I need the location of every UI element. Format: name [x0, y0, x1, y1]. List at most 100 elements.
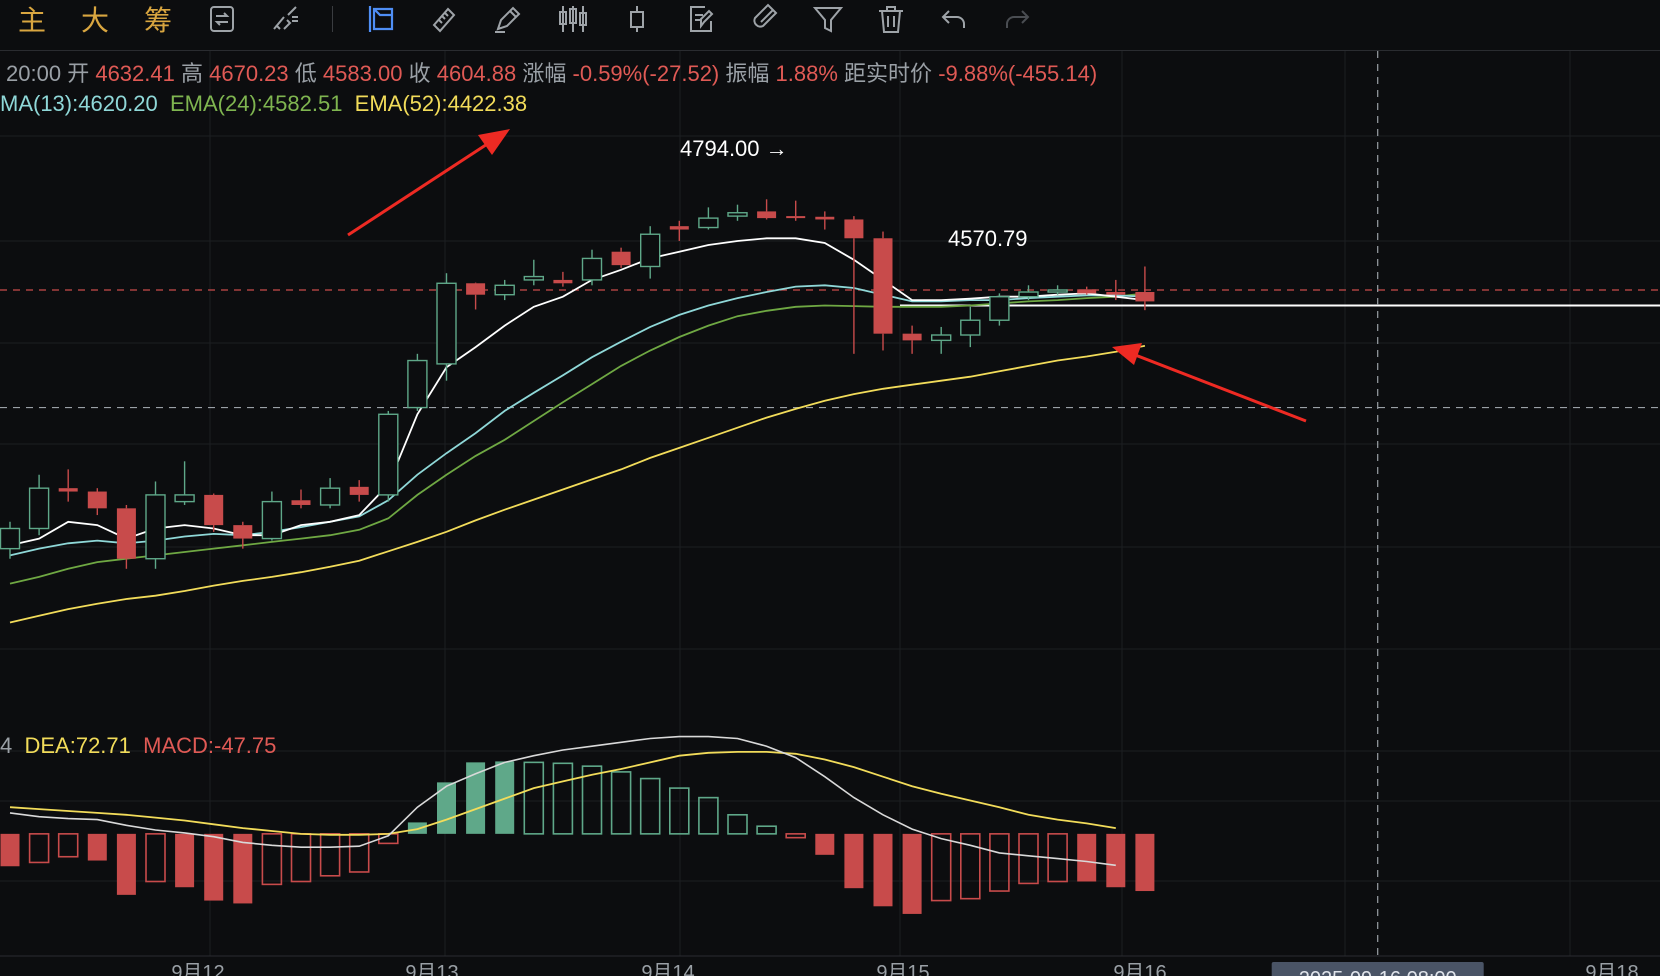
realtime-value: -9.88%(-455.14) [938, 61, 1098, 86]
ema52-line [9, 344, 1146, 624]
main-indicator-label: 主 [17, 4, 46, 37]
candlestick-icon[interactable] [553, 2, 593, 36]
last-price-marker: 4570.79 [948, 226, 1028, 251]
time-axis-tick-label: 9月18 [1585, 962, 1638, 976]
low-value: 4583.00 [322, 61, 403, 86]
candle-body-up [640, 233, 661, 268]
redo-icon[interactable] [997, 2, 1037, 36]
main-indicator-button[interactable]: 主 [12, 2, 52, 37]
open-value: 4632.41 [95, 61, 175, 86]
chip-distribution-button[interactable]: 筹 [138, 2, 178, 37]
candle-body-down [204, 494, 224, 526]
draw-select-icon[interactable] [362, 2, 402, 36]
amplitude-value: 1.88% [775, 61, 838, 86]
chart-grid [0, 51, 1660, 957]
macd-bar-hollow [552, 762, 574, 835]
candle-body-up [174, 494, 195, 503]
undo-icon[interactable] [934, 2, 974, 36]
high-price-marker-value: 4794.00 [680, 136, 760, 161]
macd-bar-hollow [57, 833, 79, 858]
candle-body-up [0, 527, 21, 550]
macd-diff-tail: 4 [0, 733, 13, 758]
single-candle-icon[interactable] [617, 2, 657, 36]
candle-body-down [873, 238, 893, 334]
macd-histogram-group [0, 761, 1155, 914]
macd-bar-solid [1135, 833, 1155, 892]
macd-bar-hollow [290, 833, 312, 883]
macd-bar-solid [1106, 833, 1126, 888]
large-order-label: 大 [80, 4, 109, 37]
ohlc-info-bar: 20:00 开 4632.41 高 4670.23 低 4583.00 收 46… [6, 56, 1097, 88]
candle-body-up [698, 217, 719, 229]
high-label: 高 [180, 61, 203, 86]
large-order-button[interactable]: 大 [75, 2, 115, 37]
ema52-line-group [9, 344, 1146, 624]
bar-time: 20:00 [6, 61, 62, 86]
open-label: 开 [67, 61, 90, 86]
pen-icon[interactable] [488, 2, 528, 36]
candle-body-down [669, 226, 689, 230]
time-axis: 9月12 9月13 9月14 9月15 9月16 9月18 2025-09-16 08:00 [0, 955, 1660, 976]
macd-bar-hollow [261, 833, 283, 886]
annotation-arrow-left-shaft [1129, 351, 1307, 423]
macd-bar-solid [407, 822, 427, 834]
macd-bar-solid [87, 833, 107, 861]
candle-body-up [989, 296, 1010, 321]
macd-bar-solid [873, 833, 893, 907]
trash-icon[interactable] [871, 2, 911, 36]
magnet-icon[interactable] [745, 2, 785, 36]
candle-body-down [553, 279, 573, 284]
time-axis-tick-label: 9月14 [641, 962, 694, 976]
note-edit-icon[interactable] [681, 2, 721, 36]
macd-bar-hollow [639, 777, 661, 835]
macd-bar-solid [116, 833, 136, 895]
change-label: 涨幅 [522, 61, 567, 86]
ema24-legend: EMA(24):4582.51 [170, 91, 343, 116]
filter-icon[interactable] [808, 2, 848, 36]
ruler-icon[interactable] [424, 2, 464, 36]
candle-body-up [727, 212, 748, 217]
ema52-legend: EMA(52):4422.38 [354, 91, 528, 116]
dea-legend: DEA:72.71 [24, 733, 131, 758]
macd-bar-solid [815, 833, 835, 855]
macd-bar-hollow [698, 796, 719, 835]
toolbar: 主 大 筹 [0, 0, 1660, 51]
time-axis-tick-label: 9月12 [171, 962, 224, 976]
strategy-icon[interactable] [266, 2, 306, 36]
candle-body-down [844, 219, 864, 239]
close-value: 4604.88 [436, 61, 517, 86]
candle-body-down [757, 211, 777, 219]
candle-body-down [291, 500, 311, 505]
price-level-lines [0, 289, 1660, 409]
macd-bar-hollow [523, 761, 545, 835]
macd-bar-hollow [668, 787, 690, 835]
refresh-swap-icon[interactable] [202, 2, 242, 36]
candle-body-down [611, 251, 631, 266]
macd-legend-value: MACD:-47.75 [143, 733, 277, 758]
macd-bar-hollow [145, 833, 166, 883]
candle-body-up [407, 359, 428, 409]
time-axis-tick-label: 9月13 [405, 962, 458, 976]
candle-body-up [319, 487, 341, 506]
candle-body-up [28, 487, 50, 530]
macd-bar-hollow [610, 771, 632, 835]
high-price-marker: 4794.00 → [680, 136, 788, 162]
macd-bar-solid [175, 833, 195, 888]
macd-bar-solid [495, 761, 515, 834]
candle-body-up [1047, 289, 1068, 293]
ema24-line [9, 292, 1146, 585]
kline-chart[interactable]: 9月12 9月13 9月14 9月15 9月16 9月18 2025-09-16 08:00 [0, 51, 1660, 976]
candle-body-up [581, 257, 603, 281]
annotation-arrow-up-shaft [347, 135, 499, 237]
macd-bar-hollow [319, 833, 341, 877]
candle-body-down [233, 525, 253, 539]
candles-group [0, 199, 1155, 569]
ma13-legend: MA(13):4620.20 [0, 91, 158, 116]
realtime-label: 距实时价 [844, 61, 933, 86]
ma-legend: MA(13):4620.20 EMA(24):4582.51 EMA(52):4… [0, 91, 527, 117]
macd-dea-line [9, 751, 1116, 836]
candle-body-down [1106, 292, 1126, 295]
candle-body-up [261, 500, 283, 540]
candle-body-up [436, 282, 457, 365]
high-value: 4670.23 [209, 61, 289, 86]
